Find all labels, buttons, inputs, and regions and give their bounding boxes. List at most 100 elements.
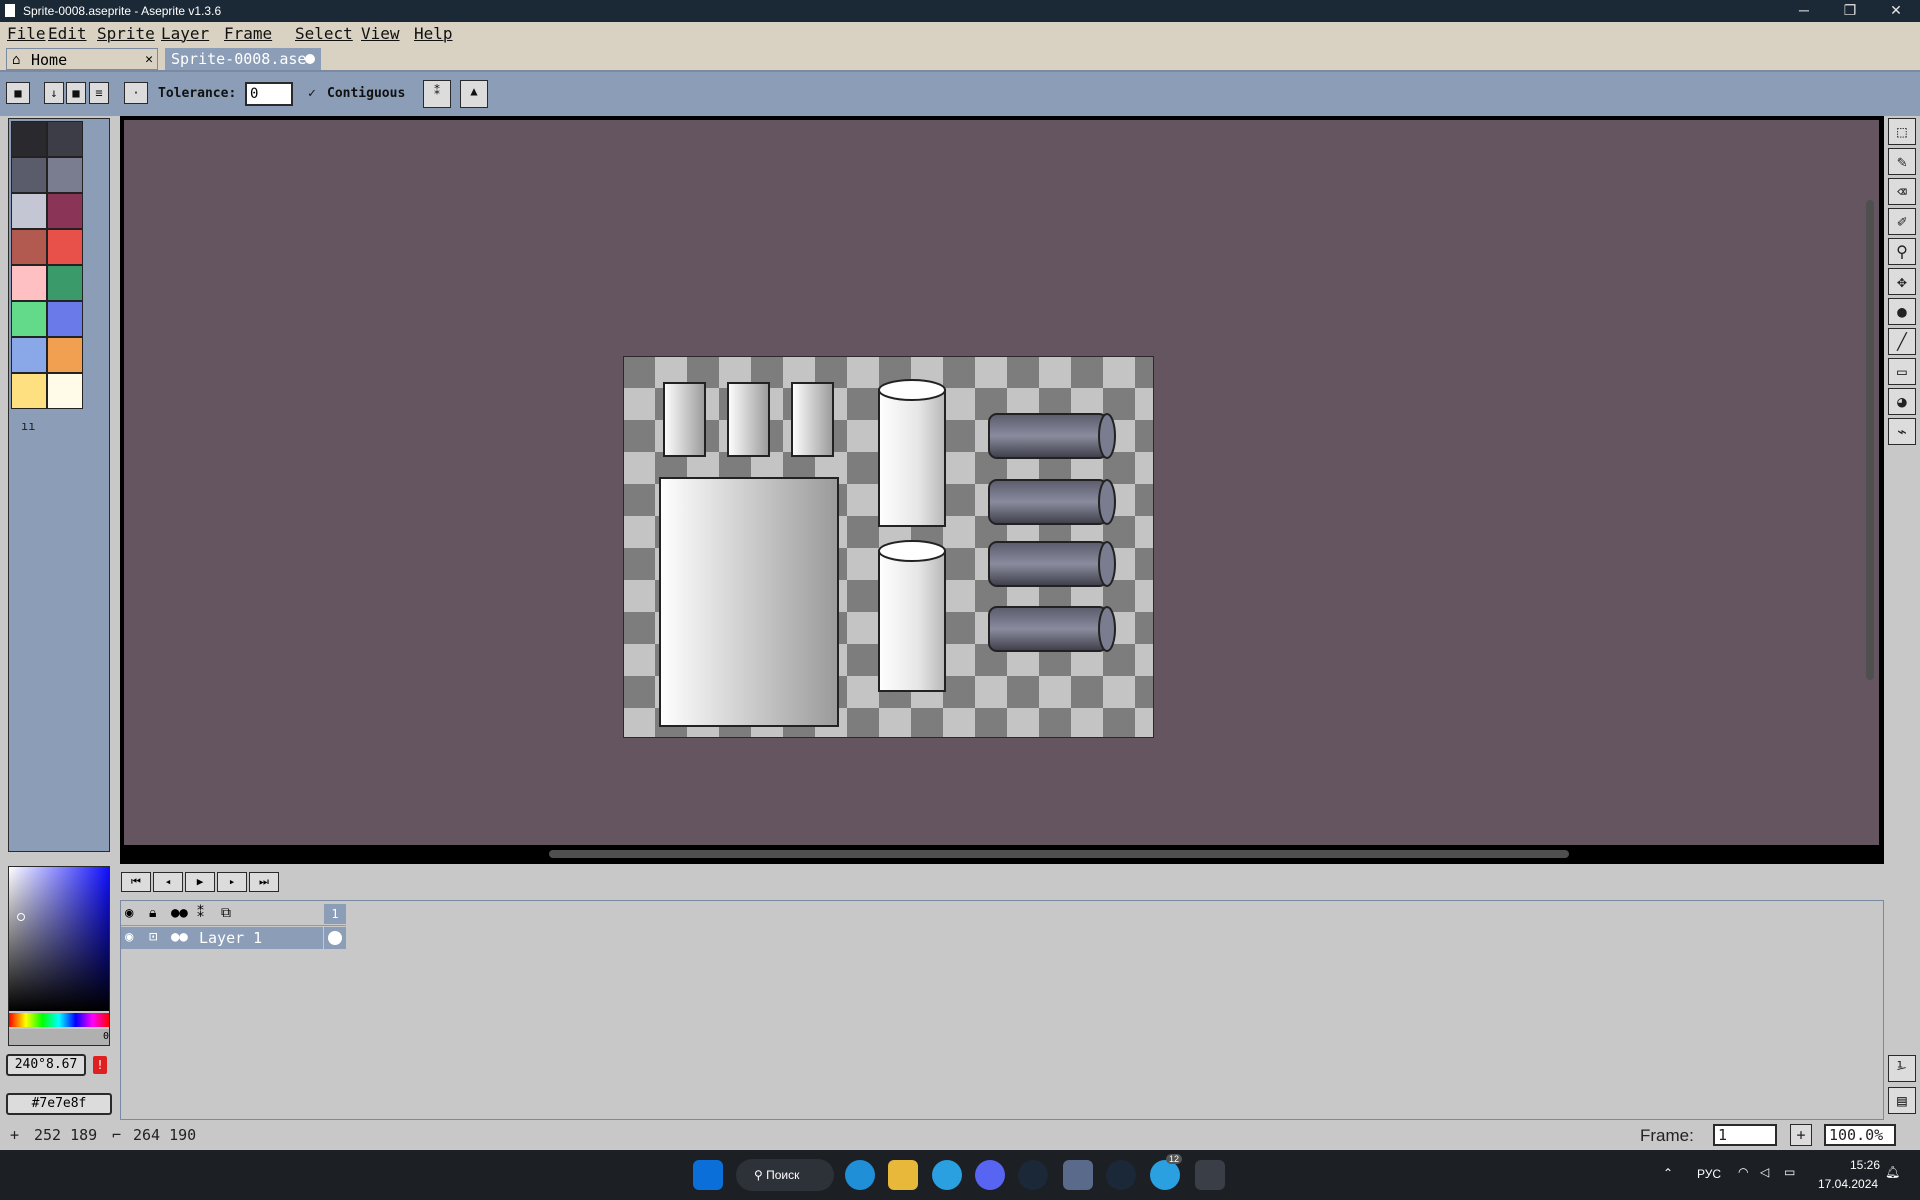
- start-icon[interactable]: [693, 1160, 723, 1190]
- pixel-perfect-icon[interactable]: ⁑: [423, 80, 451, 108]
- eraser-tool-icon[interactable]: ⌫: [1888, 178, 1916, 205]
- discord-icon[interactable]: [975, 1160, 1005, 1190]
- clock-date[interactable]: 17.04.2024: [1818, 1177, 1878, 1191]
- pivot-down-icon[interactable]: ↓: [44, 82, 64, 104]
- add-frame-button[interactable]: +: [1790, 1124, 1812, 1146]
- palette-swatch[interactable]: [47, 157, 83, 193]
- eyedropper-tool-icon[interactable]: ✐: [1888, 208, 1916, 235]
- fill-icon[interactable]: ■: [66, 82, 86, 104]
- volume-icon[interactable]: ◁: [1760, 1165, 1769, 1179]
- restore-button[interactable]: ❐: [1827, 0, 1873, 22]
- palette-swatch[interactable]: [11, 373, 47, 409]
- battery-icon[interactable]: ▭: [1784, 1165, 1795, 1179]
- layer-lock-icon[interactable]: ⊡: [149, 929, 157, 945]
- palette-swatch[interactable]: [11, 337, 47, 373]
- menu-file[interactable]: File: [7, 24, 46, 43]
- hsv-readout[interactable]: 240°8.67: [6, 1054, 86, 1076]
- menu-edit[interactable]: Edit: [48, 24, 87, 43]
- hue-slider[interactable]: [9, 1013, 109, 1027]
- pencil-tool-icon[interactable]: ✎: [1888, 148, 1916, 175]
- menu-layer[interactable]: Layer: [161, 24, 209, 43]
- fill-tool-icon[interactable]: ●: [1888, 298, 1916, 325]
- steam-alt-icon[interactable]: [1106, 1160, 1136, 1190]
- blur-tool-icon[interactable]: ⌁: [1888, 418, 1916, 445]
- last-frame-icon[interactable]: ⏭: [249, 872, 279, 892]
- tray-chevron-icon[interactable]: ⌃: [1663, 1166, 1673, 1180]
- tab-sprite[interactable]: Sprite-0008.ase: [165, 48, 321, 70]
- palette-swatch[interactable]: [47, 301, 83, 337]
- saturation-value-field[interactable]: [9, 867, 109, 1011]
- zoom-input[interactable]: 100.0%: [1824, 1124, 1896, 1146]
- palette-swatch[interactable]: [11, 157, 47, 193]
- next-frame-icon[interactable]: ▸: [217, 872, 247, 892]
- menu-frame[interactable]: Frame: [224, 24, 272, 43]
- contiguous-checkbox[interactable]: ✓: [308, 86, 316, 101]
- clock-time[interactable]: 15:26: [1850, 1158, 1880, 1172]
- palette-swatch[interactable]: [11, 193, 47, 229]
- layer-visibility-icon[interactable]: ◉: [125, 929, 133, 945]
- minimize-button[interactable]: ─: [1781, 0, 1827, 22]
- palette-swatch[interactable]: [11, 121, 47, 157]
- horizontal-scrollbar[interactable]: [549, 850, 1569, 858]
- palette-swatch[interactable]: [47, 193, 83, 229]
- menu-select[interactable]: Select: [295, 24, 353, 43]
- layer-continuous-icon[interactable]: ●●: [171, 929, 188, 945]
- search-box[interactable]: ⚲ Поиск: [736, 1159, 834, 1191]
- cel[interactable]: [324, 927, 346, 949]
- zoom-tool-icon[interactable]: ⚲: [1888, 238, 1916, 265]
- color-picker[interactable]: 0: [8, 866, 110, 1046]
- link-icon[interactable]: ⁑: [197, 905, 204, 921]
- file-explorer-icon[interactable]: [888, 1160, 918, 1190]
- aseprite-taskbar-icon[interactable]: [1195, 1160, 1225, 1190]
- play-icon[interactable]: ▶: [185, 872, 215, 892]
- palette-resize-handle-icon[interactable]: ıı: [21, 419, 35, 433]
- tolerance-input[interactable]: 0: [245, 82, 293, 106]
- warning-icon[interactable]: !: [93, 1056, 107, 1074]
- steam-icon[interactable]: [1018, 1160, 1048, 1190]
- rectangle-tool-icon[interactable]: ▭: [1888, 358, 1916, 385]
- palette-swatch[interactable]: [47, 337, 83, 373]
- line-tool-icon[interactable]: ╱: [1888, 328, 1916, 355]
- visibility-icon[interactable]: ◉: [125, 905, 133, 921]
- sprite-canvas[interactable]: [623, 356, 1154, 738]
- language-indicator[interactable]: РУС: [1697, 1167, 1721, 1181]
- move-tool-icon[interactable]: ✥: [1888, 268, 1916, 295]
- palette-swatch[interactable]: [47, 121, 83, 157]
- edge-icon[interactable]: [845, 1160, 875, 1190]
- notification-bell-icon[interactable]: 🔔︎: [1885, 1165, 1900, 1179]
- lock-alpha-icon[interactable]: ■: [6, 82, 30, 104]
- contour-tool-icon[interactable]: ◕: [1888, 388, 1916, 415]
- palette-swatch[interactable]: [11, 229, 47, 265]
- layer-name[interactable]: Layer 1: [199, 929, 262, 947]
- marquee-tool-icon[interactable]: ⬚: [1888, 118, 1916, 145]
- first-frame-icon[interactable]: ⏮: [121, 872, 151, 892]
- alpha-slider[interactable]: 0: [9, 1029, 109, 1045]
- menu-view[interactable]: View: [361, 24, 400, 43]
- vertical-scrollbar[interactable]: [1866, 200, 1874, 680]
- palette-swatch[interactable]: [47, 265, 83, 301]
- stamp-icon[interactable]: ▲: [460, 80, 488, 108]
- calculator-icon[interactable]: [1063, 1160, 1093, 1190]
- timeline-options-icon[interactable]: ▤: [1888, 1087, 1916, 1114]
- palette-swatch[interactable]: [47, 229, 83, 265]
- tab-home[interactable]: ⌂ Home ✕: [6, 48, 158, 70]
- prev-frame-icon[interactable]: ◂: [153, 872, 183, 892]
- brush-dot-icon[interactable]: ·: [124, 82, 148, 104]
- menu-help[interactable]: Help: [414, 24, 453, 43]
- palette-swatch[interactable]: [47, 373, 83, 409]
- hex-readout[interactable]: #7e7e8f: [6, 1093, 112, 1115]
- tab-close-icon[interactable]: ✕: [145, 49, 153, 71]
- frame-input[interactable]: 1: [1713, 1124, 1777, 1146]
- wifi-icon[interactable]: ◠: [1738, 1165, 1748, 1179]
- lock-icon[interactable]: 🔒︎: [149, 905, 156, 921]
- layer-row[interactable]: ◉ ⊡ ●● Layer 1: [121, 927, 323, 949]
- menu-sprite[interactable]: Sprite: [97, 24, 155, 43]
- telegram-icon[interactable]: [932, 1160, 962, 1190]
- palette-swatch[interactable]: [11, 301, 47, 337]
- zoom-1to1-icon[interactable]: ⅟: [1888, 1055, 1916, 1082]
- close-button[interactable]: ✕: [1873, 0, 1919, 22]
- frame-header[interactable]: 1: [324, 904, 346, 924]
- color-cursor-icon[interactable]: [17, 913, 25, 921]
- onion-skin-icon[interactable]: ⧉: [221, 905, 231, 921]
- palette-swatch[interactable]: [11, 265, 47, 301]
